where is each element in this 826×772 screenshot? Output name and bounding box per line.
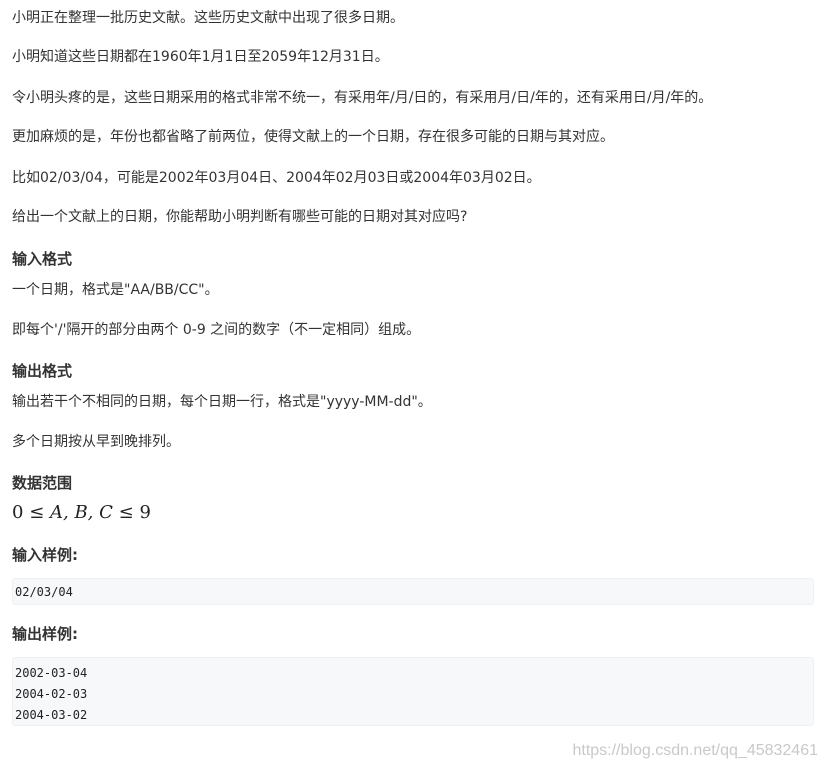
range-variables: A, B, C [50, 502, 113, 523]
input-format-line-1: 一个日期，格式是"AA/BB/CC"。 [12, 282, 219, 298]
description-paragraph-4: 更加麻烦的是，年份也都省略了前两位，使得文献上的一个日期，存在很多可能的日期与其… [12, 129, 614, 145]
sample-output-heading: 输出样例: [12, 625, 78, 643]
range-le-symbol-1: ≤ [29, 502, 45, 523]
output-format-line-2: 多个日期按从早到晚排列。 [12, 434, 180, 450]
range-upper-bound: 9 [139, 502, 151, 523]
description-paragraph-2: 小明知道这些日期都在1960年1月1日至2059年12月31日。 [12, 49, 389, 65]
input-format-heading: 输入格式 [12, 250, 73, 268]
range-lower-bound: 0 [12, 502, 24, 523]
sample-input-heading: 输入样例: [12, 546, 78, 564]
sample-output-line: 2004-02-03 [15, 687, 88, 701]
sample-output-line: 2004-03-02 [15, 708, 88, 722]
sample-output-code-block: 2002-03-04 2004-02-03 2004-03-02 [12, 657, 814, 726]
sample-input-code-block: 02/03/04 [12, 578, 814, 605]
output-format-heading: 输出格式 [12, 362, 73, 380]
output-format-line-1: 输出若干个不相同的日期，每个日期一行，格式是"yyyy-MM-dd"。 [12, 394, 432, 410]
sample-output-line: 2002-03-04 [15, 666, 88, 680]
input-format-line-2: 即每个'/'隔开的部分由两个 0-9 之间的数字（不一定相同）组成。 [12, 322, 421, 338]
description-paragraph-6: 给出一个文献上的日期，你能帮助小明判断有哪些可能的日期对其对应吗? [12, 209, 468, 225]
data-range-heading: 数据范围 [12, 474, 73, 492]
range-le-symbol-2: ≤ [118, 502, 134, 523]
data-range-formula: 0 ≤ A, B, C ≤ 9 [12, 501, 151, 525]
description-paragraph-5: 比如02/03/04，可能是2002年03月04日、2004年02月03日或20… [12, 170, 541, 186]
description-paragraph-3: 令小明头疼的是，这些日期采用的格式非常不统一，有采用年/月/日的，有采用月/日/… [12, 90, 713, 106]
watermark: https://blog.csdn.net/qq_45832461 [572, 742, 818, 759]
sample-input-line: 02/03/04 [15, 585, 73, 599]
description-paragraph-1: 小明正在整理一批历史文献。这些历史文献中出现了很多日期。 [12, 10, 404, 26]
